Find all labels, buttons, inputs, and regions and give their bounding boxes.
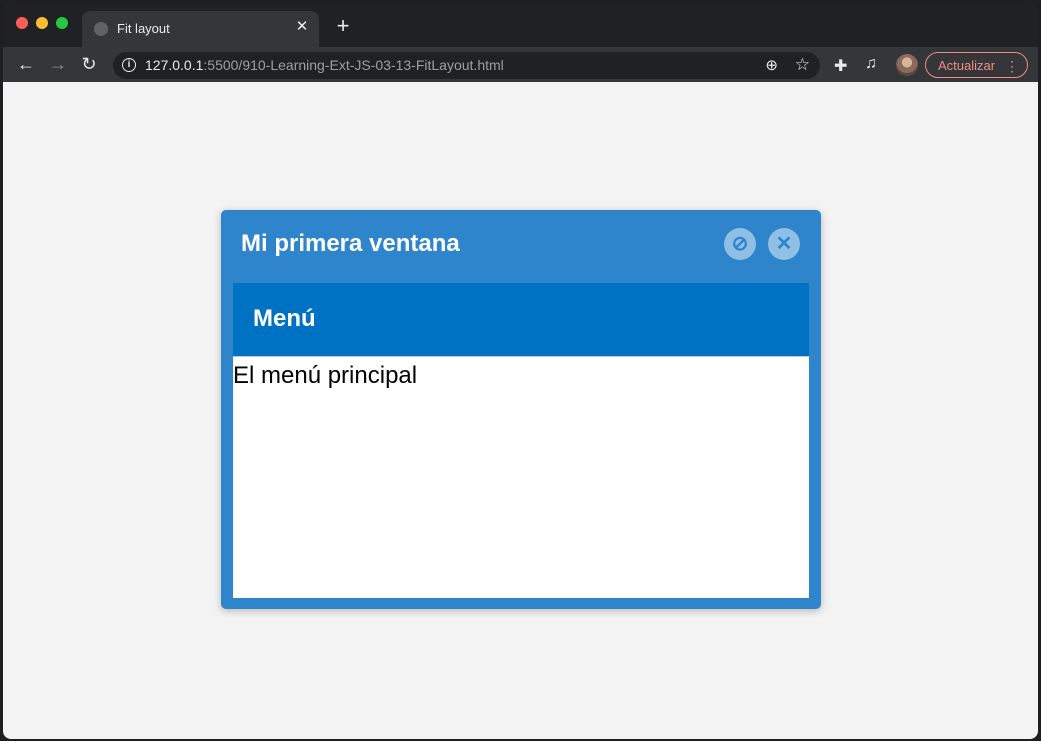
minimize-window-button[interactable] <box>36 17 48 29</box>
menu-icon[interactable]: ⋮ <box>1005 53 1019 79</box>
panel-header: Menú <box>233 283 809 356</box>
browser-window: Fit layout ✕ + ← → ↻ i 127.0.0.1:5500/91… <box>3 3 1038 739</box>
new-tab-button[interactable]: + <box>333 15 353 37</box>
panel-title: Menú <box>253 305 316 332</box>
url-text[interactable]: 127.0.0.1:5500/910-Learning-Ext-JS-03-13… <box>145 57 504 73</box>
panel-body: El menú principal <box>233 356 809 598</box>
reload-button[interactable]: ↻ <box>78 53 100 75</box>
update-label: Actualizar <box>938 58 996 73</box>
browser-toolbar: ← → ↻ i 127.0.0.1:5500/910-Learning-Ext-… <box>3 47 1038 82</box>
media-icon[interactable]: ♫ <box>865 55 877 73</box>
page-content: Mi primera ventana ⊘ ✕ Menú El menú prin… <box>3 82 1038 739</box>
ext-window: Mi primera ventana ⊘ ✕ Menú El menú prin… <box>221 210 821 609</box>
collapse-icon[interactable]: ⊘ <box>724 228 756 260</box>
avatar[interactable] <box>896 54 918 76</box>
back-button[interactable]: ← <box>15 53 37 75</box>
close-window-button[interactable] <box>16 17 28 29</box>
maximize-window-button[interactable] <box>56 17 68 29</box>
star-icon[interactable]: ☆ <box>795 55 810 75</box>
tab-title: Fit layout <box>117 21 170 36</box>
window-title: Mi primera ventana <box>241 230 460 257</box>
extensions-icon[interactable]: ✚ <box>834 56 847 76</box>
zoom-icon[interactable]: ⊕ <box>765 56 778 74</box>
browser-tab[interactable]: Fit layout ✕ <box>82 11 319 47</box>
forward-button[interactable]: → <box>47 53 69 75</box>
tab-close-icon[interactable]: ✕ <box>293 18 311 36</box>
url-path: :5500/910-Learning-Ext-JS-03-13-FitLayou… <box>203 57 504 73</box>
address-bar[interactable]: i 127.0.0.1:5500/910-Learning-Ext-JS-03-… <box>113 52 820 79</box>
update-button[interactable]: Actualizar ⋮ <box>925 52 1028 78</box>
close-icon[interactable]: ✕ <box>768 228 800 260</box>
info-icon[interactable]: i <box>122 58 136 72</box>
globe-icon <box>94 22 108 36</box>
tab-strip: Fit layout ✕ + <box>3 3 1038 47</box>
panel-text: El menú principal <box>233 362 418 389</box>
url-host: 127.0.0.1 <box>145 57 204 73</box>
